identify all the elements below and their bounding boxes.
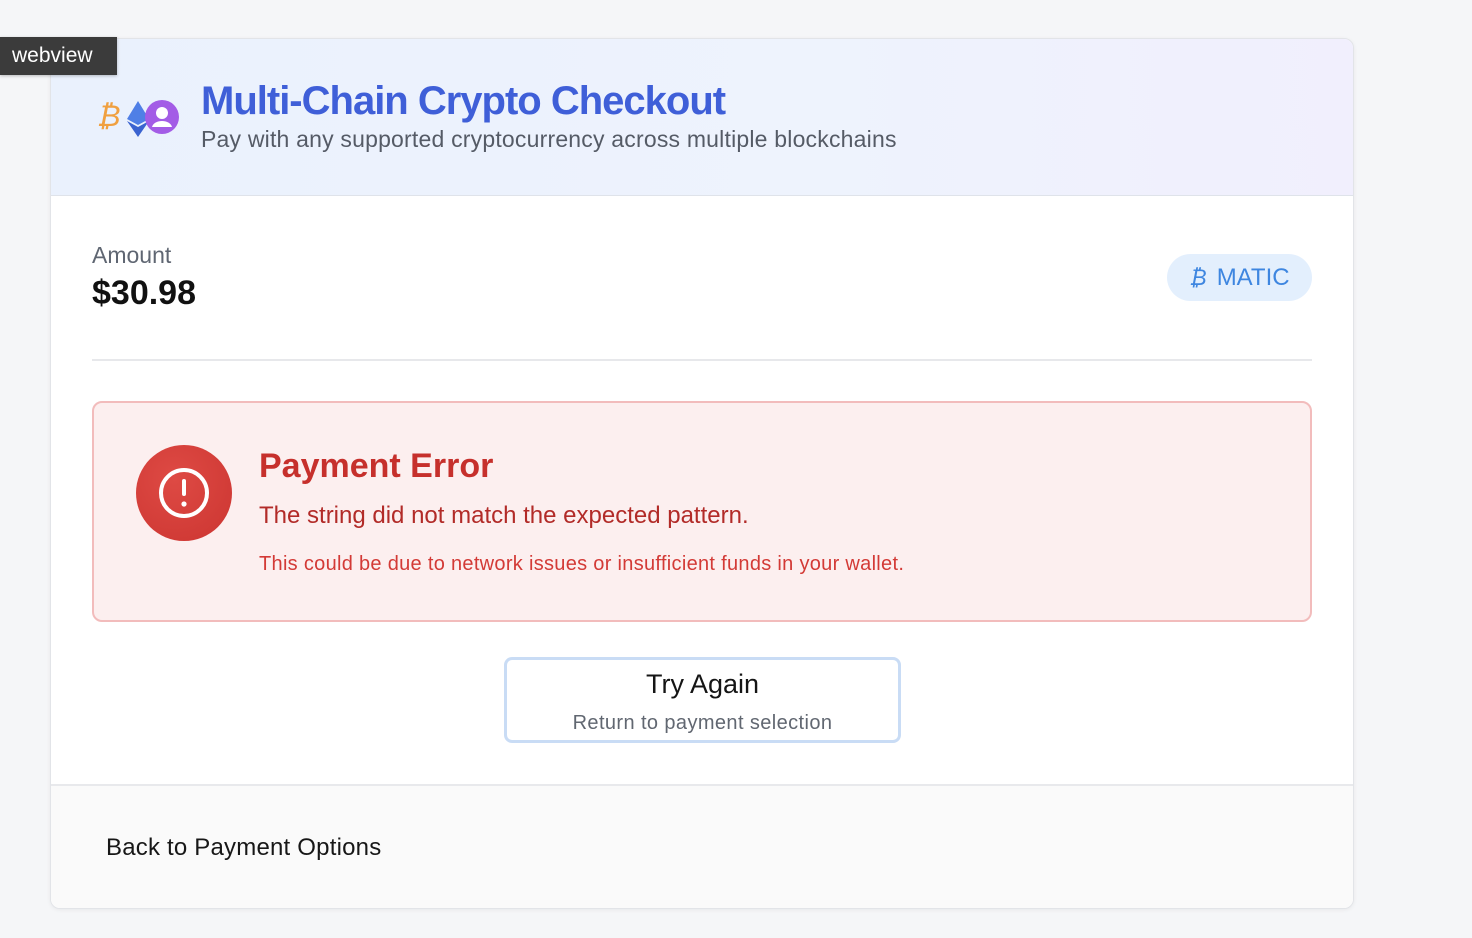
divider — [92, 359, 1312, 361]
error-message: The string did not match the expected pa… — [259, 502, 749, 529]
polygon-icon — [145, 100, 179, 134]
bitcoin-icon: ₿ — [97, 100, 121, 133]
back-to-payment-options-button[interactable]: Back to Payment Options — [106, 834, 381, 862]
error-title: Payment Error — [259, 447, 494, 485]
try-again-sublabel: Return to payment selection — [572, 712, 833, 734]
chain-logos: ₿ — [97, 97, 183, 139]
try-again-button[interactable]: Try Again Return to payment selection — [504, 657, 901, 743]
amount-value: $30.98 — [92, 274, 196, 312]
currency-symbol-icon: ₿ — [1189, 265, 1207, 290]
webview-label: webview — [0, 37, 117, 75]
error-hint: This could be due to network issues or i… — [259, 553, 905, 575]
amount-label: Amount — [92, 242, 172, 268]
alert-circle-icon — [136, 445, 232, 541]
checkout-header: ₿ Multi-Chain Crypto Checkout Pay with a… — [51, 39, 1353, 196]
page-subtitle: Pay with any supported cryptocurrency ac… — [201, 126, 897, 152]
error-panel: Payment Error The string did not match t… — [92, 401, 1312, 622]
checkout-card: ₿ Multi-Chain Crypto Checkout Pay with a… — [50, 38, 1354, 909]
checkout-footer: Back to Payment Options — [51, 784, 1353, 908]
try-again-label: Try Again — [645, 669, 760, 699]
currency-label: MATIC — [1216, 264, 1290, 291]
currency-badge: ₿ MATIC — [1167, 254, 1312, 301]
page-title: Multi-Chain Crypto Checkout — [201, 79, 726, 123]
